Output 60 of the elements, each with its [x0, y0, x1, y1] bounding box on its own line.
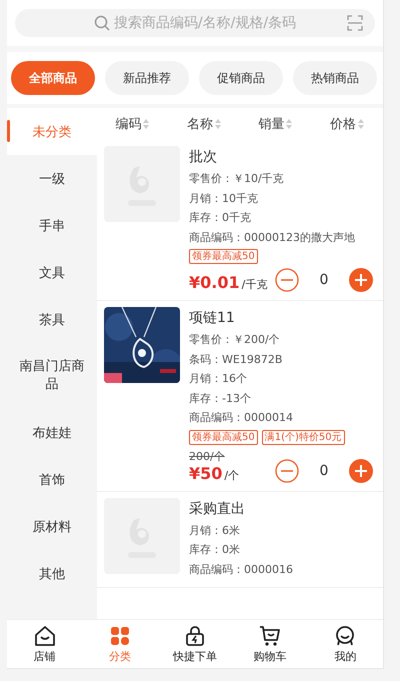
- scan-icon[interactable]: [347, 15, 363, 31]
- filter-chip[interactable]: 新品推荐: [105, 61, 189, 95]
- face-icon: [334, 624, 356, 646]
- product-detail: 库存：0千克: [189, 210, 252, 226]
- promo-tag: 满1(个)特价50元: [262, 430, 345, 444]
- product-detail: 库存：-13个: [189, 390, 252, 406]
- product-detail: 月销：10千克: [189, 190, 259, 206]
- sort-icon: [214, 118, 222, 130]
- product-detail: 商品编码：0000014: [189, 410, 294, 426]
- product-detail: 商品编码：00000123的撒大声地: [189, 230, 356, 246]
- tab-item[interactable]: 购物车: [232, 620, 308, 668]
- plus-button[interactable]: [349, 458, 373, 482]
- product-detail: 零售价：￥200/个: [189, 332, 281, 348]
- sort-button[interactable]: 名称: [186, 115, 222, 133]
- sort-icon: [142, 118, 150, 130]
- category-item[interactable]: 茶具: [7, 296, 97, 343]
- category-item[interactable]: 布娃娃: [7, 409, 97, 456]
- category-item[interactable]: 首饰: [7, 456, 97, 503]
- product-price: ¥50: [189, 464, 222, 482]
- product-detail: 零售价：￥10/千克: [189, 171, 285, 187]
- product-detail: 条码：WE19872B: [189, 352, 284, 368]
- category-item[interactable]: 文具: [7, 249, 97, 296]
- sort-button[interactable]: 销量: [258, 115, 294, 133]
- product-price: ¥0.01: [189, 273, 240, 292]
- tab-item[interactable]: 店铺: [7, 620, 82, 668]
- filter-chip[interactable]: 促销商品: [199, 61, 283, 95]
- grid-icon: [108, 624, 131, 646]
- sort-icon: [356, 118, 365, 130]
- minus-button[interactable]: [275, 458, 299, 482]
- product-name: 批次: [189, 148, 218, 166]
- sort-button[interactable]: 编码: [115, 115, 150, 133]
- search-icon: [94, 15, 110, 31]
- product-name: 项链11: [189, 309, 236, 327]
- product-detail: 月销：16个: [189, 371, 248, 387]
- promo-tag: 领券最高减50: [189, 249, 258, 264]
- quantity-value: 0: [318, 462, 330, 478]
- minus-button[interactable]: [275, 268, 299, 292]
- category-item[interactable]: 原材料: [7, 503, 97, 550]
- cart-icon: [259, 624, 282, 646]
- bag-icon: [184, 624, 206, 646]
- plus-button[interactable]: [349, 268, 373, 292]
- sort-button[interactable]: 价格: [330, 115, 365, 133]
- product-detail: 库存：0米: [189, 542, 241, 558]
- product-detail: 商品编码：0000016: [189, 562, 294, 578]
- category-item[interactable]: 手串: [7, 202, 97, 249]
- price-unit: /千克: [242, 277, 268, 292]
- category-item[interactable]: 南昌门店商品: [7, 343, 97, 409]
- filter-chip[interactable]: 热销商品: [293, 61, 377, 95]
- promo-tag: 领券最高减50: [189, 430, 258, 444]
- sort-icon: [285, 118, 294, 130]
- quantity-value: 0: [318, 272, 330, 288]
- category-item[interactable]: 一级: [7, 155, 97, 202]
- original-price: 200/个: [189, 448, 226, 464]
- product-detail: 月销：6米: [189, 522, 241, 538]
- category-item[interactable]: 其他: [7, 550, 97, 597]
- price-unit: /个: [224, 468, 240, 482]
- tab-item[interactable]: 快捷下单: [157, 620, 233, 668]
- product-name: 采购直出: [189, 500, 246, 518]
- tab-item[interactable]: 我的: [308, 620, 383, 668]
- home-icon: [34, 624, 56, 646]
